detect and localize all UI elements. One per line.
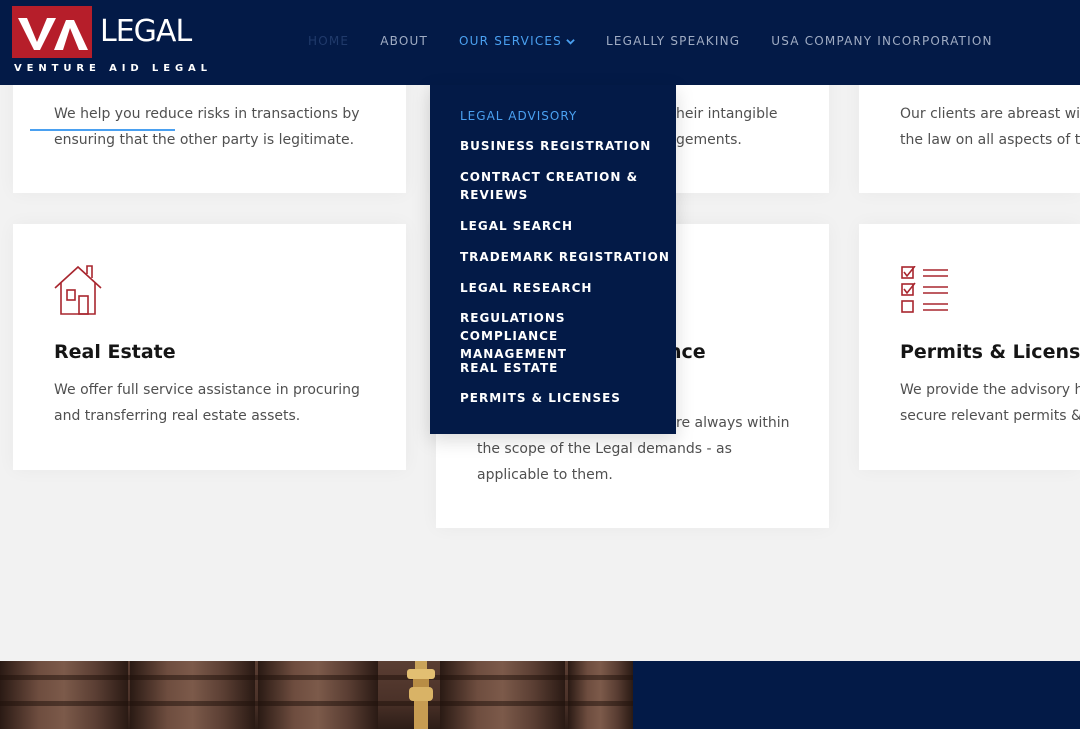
- nav-home[interactable]: HOME: [308, 33, 349, 49]
- book-spine: [130, 661, 255, 729]
- law-books-image: [0, 661, 633, 729]
- card-description-line3: applicable to them.: [477, 467, 613, 483]
- dropdown-item-trademark-registration[interactable]: TRADEMARK REGISTRATION: [460, 248, 670, 266]
- site-logo[interactable]: LEGAL VENTURE AID LEGAL: [6, 6, 207, 78]
- dropdown-item-regulations-compliance[interactable]: REGULATIONS COMPLIANCE MANAGEMENT: [460, 309, 665, 363]
- card-description-line2: the scope of the Legal demands - as: [477, 441, 732, 457]
- dropdown-item-contract-creation[interactable]: CONTRACT CREATION & REVIEWS: [460, 168, 640, 204]
- bottom-navy-panel: [633, 661, 1080, 729]
- services-dropdown: LEGAL ADVISORY BUSINESS REGISTRATION CON…: [430, 85, 676, 434]
- va-logo-icon: [18, 18, 88, 50]
- nav-our-services-label: OUR SERVICES: [459, 34, 563, 48]
- card-description-line1: re always within: [676, 415, 790, 431]
- logo-tagline: VENTURE AID LEGAL: [14, 63, 212, 74]
- book-band: [0, 701, 633, 706]
- dropdown-item-legal-search[interactable]: LEGAL SEARCH: [460, 217, 660, 235]
- nav-legally-speaking[interactable]: LEGALLY SPEAKING: [606, 33, 740, 49]
- card-title: Real Estate: [54, 341, 176, 363]
- card-description-line2: gements.: [676, 132, 742, 148]
- card-description: We help you reduce risks in transactions…: [54, 106, 360, 148]
- site-header: LEGAL VENTURE AID LEGAL HOME ABOUT OUR S…: [0, 0, 1080, 85]
- nav-our-services[interactable]: OUR SERVICES: [459, 33, 575, 49]
- nav-about[interactable]: ABOUT: [380, 33, 428, 49]
- card-description-line1: We provide the advisory h: [900, 382, 1080, 398]
- dropdown-item-permits-licenses[interactable]: PERMITS & LICENSES: [460, 389, 660, 407]
- card-description-line1: heir intangible: [676, 106, 778, 122]
- book-band: [0, 675, 633, 680]
- main-nav: HOME ABOUT OUR SERVICES LEGALLY SPEAKING…: [308, 33, 1024, 49]
- book-spine: [440, 661, 565, 729]
- book-spine: [258, 661, 378, 729]
- dropdown-item-legal-research[interactable]: LEGAL RESEARCH: [460, 279, 660, 297]
- logo-word: LEGAL: [100, 14, 192, 49]
- card-title: Permits & Licenses: [900, 341, 1080, 363]
- chevron-down-icon: [566, 38, 575, 45]
- book-spine: [0, 661, 128, 729]
- card-description: We offer full service assistance in proc…: [54, 382, 360, 424]
- service-card-real-estate: Real Estate We offer full service assist…: [13, 224, 406, 470]
- checklist-icon: [901, 266, 948, 313]
- card-description-line2: secure relevant permits &: [900, 408, 1080, 424]
- service-card-permits: Permits & Licenses We provide the adviso…: [859, 224, 1080, 470]
- card-description-line1: Our clients are abreast wit: [900, 106, 1080, 122]
- dropdown-item-business-registration[interactable]: BUSINESS REGISTRATION: [460, 137, 660, 155]
- house-icon: [54, 265, 102, 315]
- dropdown-item-legal-advisory[interactable]: LEGAL ADVISORY: [460, 107, 660, 125]
- dropdown-item-real-estate[interactable]: REAL ESTATE: [460, 359, 660, 377]
- active-item-underline: [30, 129, 175, 131]
- gavel-handle-icon: [407, 661, 435, 729]
- card-description-line2: the law on all aspects of t: [900, 132, 1080, 148]
- logo-mark: [12, 6, 92, 58]
- nav-usa-company-incorporation[interactable]: USA COMPANY INCORPORATION: [771, 33, 992, 49]
- book-spine: [568, 661, 633, 729]
